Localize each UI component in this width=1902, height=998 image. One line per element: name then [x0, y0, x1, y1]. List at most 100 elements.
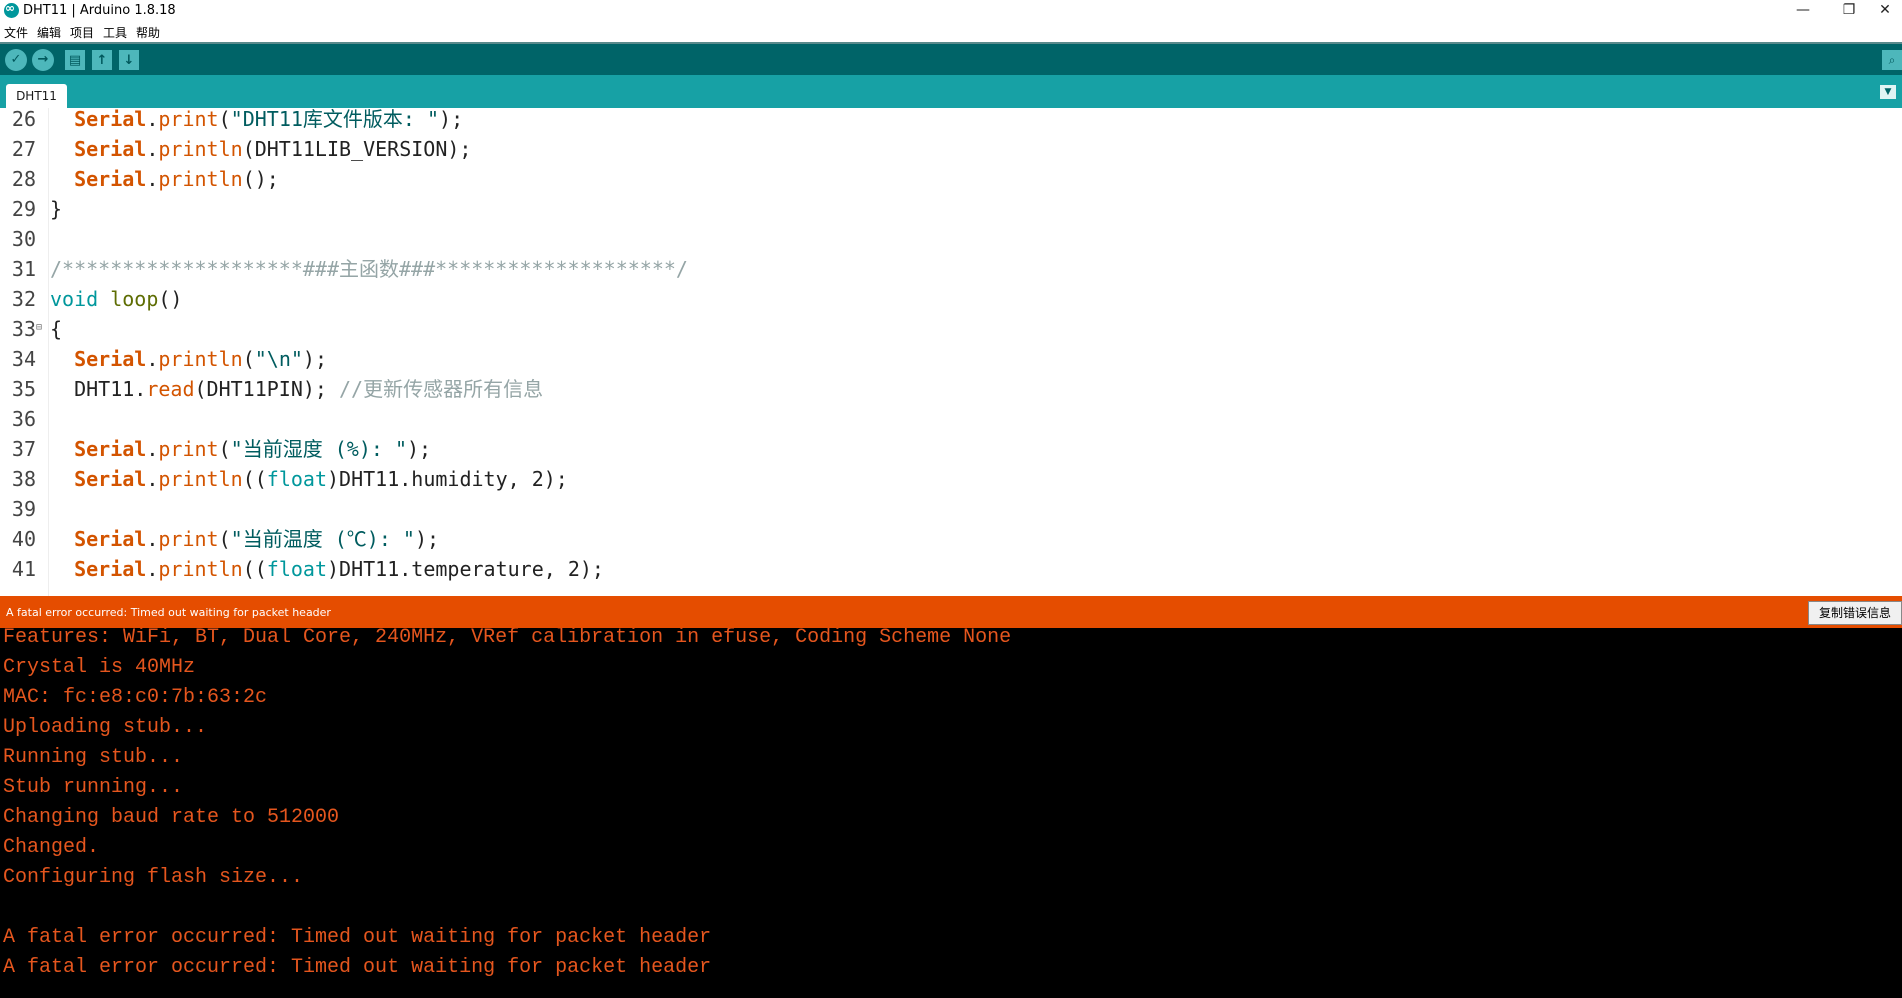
code-text: Serial.println((float)DHT11.humidity, 2)…	[50, 464, 568, 494]
code-token: ((	[242, 467, 267, 491]
menu-help[interactable]: 帮助	[136, 24, 160, 41]
line-number: 36	[11, 407, 36, 431]
code-token: float	[266, 557, 327, 581]
code-token: ()	[158, 287, 183, 311]
tab-dht11[interactable]: DHT11	[6, 84, 67, 108]
code-token: );	[302, 347, 327, 371]
code-token: .	[146, 437, 159, 461]
code-text: Serial.print("当前温度 (℃): ");	[50, 524, 439, 554]
line-number: 27	[11, 137, 36, 161]
code-token: float	[266, 467, 327, 491]
serial-monitor-icon[interactable]: ⌕	[1882, 50, 1902, 70]
code-token: read	[146, 377, 195, 401]
code-line: 27 Serial.println(DHT11LIB_VERSION);	[0, 134, 1902, 164]
code-token: ((	[242, 557, 267, 581]
line-number: 26	[11, 108, 36, 131]
output-console[interactable]: Features: WiFi, BT, Dual Core, 240MHz, V…	[0, 628, 1902, 998]
code-token: )DHT11.temperature, 2);	[327, 557, 604, 581]
code-line: 36	[0, 404, 1902, 434]
code-line: 41 Serial.println((float)DHT11.temperatu…	[0, 554, 1902, 584]
console-line: Configuring flash size...	[3, 866, 304, 889]
error-status-bar: A fatal error occurred: Timed out waitin…	[0, 596, 1902, 628]
verify-icon[interactable]: ✓	[5, 49, 27, 71]
open-sketch-icon[interactable]: ↑	[92, 50, 112, 70]
console-line: Stub running...	[3, 776, 184, 799]
code-text: /********************###主函数###**********…	[50, 254, 688, 284]
code-token: {	[50, 317, 63, 341]
restore-button[interactable]: ❐	[1826, 0, 1872, 22]
code-text: Serial.print("当前湿度 (%): ");	[50, 434, 431, 464]
menu-sketch[interactable]: 项目	[70, 24, 94, 41]
console-line: Crystal is 40MHz	[3, 656, 196, 679]
line-number: 40	[11, 527, 36, 551]
menu-bar: 文件 编辑 项目 工具 帮助	[0, 22, 1902, 42]
console-line: Running stub...	[3, 746, 184, 769]
line-number: 32	[11, 287, 36, 311]
code-token: "当前湿度 (%): "	[230, 437, 407, 461]
code-token: //更新传感器所有信息	[339, 377, 544, 401]
line-number: 34	[11, 347, 36, 371]
copy-error-button[interactable]: 复制错误信息	[1808, 601, 1902, 625]
code-token: Serial	[74, 557, 147, 581]
code-token: Serial	[74, 467, 147, 491]
code-token: "\n"	[254, 347, 303, 371]
console-line: Changed.	[3, 836, 100, 859]
close-button[interactable]: ✕	[1868, 0, 1902, 22]
code-text: DHT11.read(DHT11PIN); //更新传感器所有信息	[50, 374, 543, 404]
code-line: 30	[0, 224, 1902, 254]
console-line: Uploading stub...	[3, 716, 208, 739]
line-number: 39	[11, 497, 36, 521]
menu-file[interactable]: 文件	[4, 24, 28, 41]
code-token: }	[50, 197, 63, 221]
code-token: (DHT11PIN);	[194, 377, 339, 401]
code-text: Serial.println((float)DHT11.temperature,…	[50, 554, 604, 584]
line-number: 29	[11, 197, 36, 221]
code-token: Serial	[74, 167, 147, 191]
code-text: void loop()	[50, 284, 182, 314]
menu-edit[interactable]: 编辑	[37, 24, 61, 41]
code-token: /********************###主函数###**********…	[50, 257, 688, 281]
code-text: Serial.print("DHT11库文件版本: ");	[50, 108, 463, 134]
line-number: 38	[11, 467, 36, 491]
menu-tools[interactable]: 工具	[103, 24, 127, 41]
arduino-logo-icon	[4, 1, 19, 18]
code-token: );	[414, 527, 440, 551]
code-text: }	[50, 194, 62, 224]
code-editor[interactable]: 26 Serial.print("DHT11库文件版本: "); 27 Seria…	[0, 108, 1902, 596]
code-line: 39	[0, 494, 1902, 524]
line-number: 28	[11, 167, 36, 191]
code-token: print	[158, 527, 219, 551]
code-token: println	[158, 137, 243, 161]
new-sketch-icon[interactable]: ▤	[65, 50, 85, 70]
code-line: 35 DHT11.read(DHT11PIN); //更新传感器所有信息	[0, 374, 1902, 404]
code-line: 29}	[0, 194, 1902, 224]
code-line: 28 Serial.println();	[0, 164, 1902, 194]
code-token: Serial	[74, 347, 147, 371]
code-token: .	[146, 137, 159, 161]
line-number: 30	[11, 227, 36, 251]
status-message: A fatal error occurred: Timed out waitin…	[6, 606, 331, 619]
code-token: (	[218, 108, 231, 131]
code-text: Serial.println("\n");	[50, 344, 327, 374]
window-title: DHT11 | Arduino 1.8.18	[23, 3, 176, 18]
code-token: (DHT11LIB_VERSION);	[242, 137, 472, 161]
code-token: .	[146, 557, 159, 581]
code-token: .	[146, 347, 159, 371]
minimize-button[interactable]: —	[1780, 0, 1826, 22]
save-sketch-icon[interactable]: ↓	[119, 50, 139, 70]
line-number: 41	[11, 557, 36, 581]
code-token: println	[158, 167, 243, 191]
code-text: {	[50, 314, 62, 344]
code-token: );	[406, 437, 432, 461]
fold-toggle-icon[interactable]: ⊟	[36, 323, 42, 333]
code-token: (	[242, 347, 255, 371]
upload-icon[interactable]: →	[32, 49, 54, 71]
code-token: .	[146, 167, 159, 191]
tab-menu-chevron-down-icon[interactable]: ▼	[1880, 85, 1896, 99]
